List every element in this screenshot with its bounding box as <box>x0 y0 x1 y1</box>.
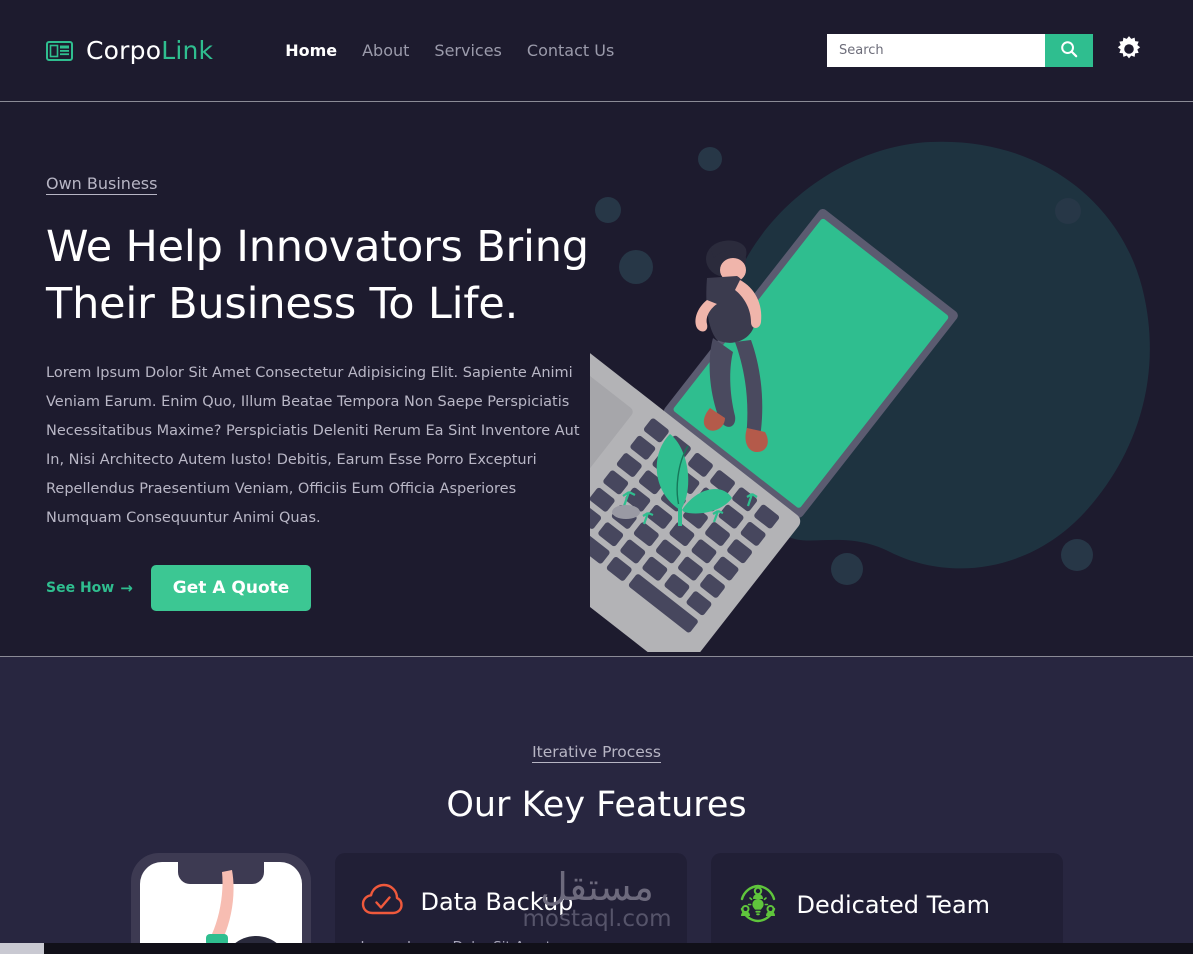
scrollbar-thumb[interactable] <box>0 943 44 954</box>
site-header: CorpoLink Home About Services Contact Us <box>0 0 1193 102</box>
hero-title-line-1: We Help Innovators Bring <box>46 222 589 273</box>
hero-illustration-area <box>423 102 1193 656</box>
see-how-link[interactable]: See How → <box>46 579 133 597</box>
features-cards: Data Backup Lorem Ipsum Dolor Sit Amet <box>0 853 1193 953</box>
gear-icon <box>1114 34 1144 67</box>
person-walking-beside-laptop-illustration <box>423 112 1170 656</box>
features-title: Our Key Features <box>446 785 747 825</box>
main-navigation: Home About Services Contact Us <box>285 41 614 60</box>
features-header: Iterative Process Our Key Features <box>0 657 1193 825</box>
search-button[interactable] <box>1045 34 1093 67</box>
get-a-quote-button[interactable]: Get A Quote <box>150 564 312 611</box>
hero-cta-group: See How → Get A Quote <box>46 564 600 611</box>
newspaper-icon <box>46 39 74 63</box>
arrow-right-icon: → <box>120 578 133 597</box>
nav-item-home[interactable]: Home <box>285 41 337 60</box>
feature-card-dedicated-team[interactable]: Dedicated Team Lorem Ipsum Dolor Sit Ame… <box>710 853 1063 953</box>
phone-frame <box>130 853 311 953</box>
hero-title-line-2: Their Business To Life. <box>46 278 519 329</box>
feature-card-header: Data Backup <box>361 883 661 921</box>
hero-eyebrow: Own Business <box>46 174 158 196</box>
hero-paragraph: Lorem Ipsum Dolor Sit Amet Consectetur A… <box>46 364 580 526</box>
brand-name: CorpoLink <box>86 36 213 65</box>
feature-card-data-backup[interactable]: Data Backup Lorem Ipsum Dolor Sit Amet <box>334 853 687 953</box>
brand-name-accent: Link <box>161 36 214 65</box>
hero-title: We Help Innovators Bring Their Business … <box>46 219 600 333</box>
settings-button[interactable] <box>1109 31 1149 71</box>
header-actions <box>827 31 1149 71</box>
brand-name-primary: Corpo <box>86 36 162 65</box>
see-how-label: See How <box>46 579 115 596</box>
feature-card-title: Dedicated Team <box>796 891 991 919</box>
feature-card-title: Data Backup <box>420 888 574 916</box>
phone-mockup-illustration <box>130 853 311 953</box>
search-icon <box>1060 40 1078 61</box>
features-eyebrow: Iterative Process <box>532 743 661 763</box>
feature-card-header: Dedicated Team <box>737 883 1037 927</box>
hero-section: Own Business We Help Innovators Bring Th… <box>0 102 1193 657</box>
nav-item-about[interactable]: About <box>362 41 409 60</box>
cloud-check-icon <box>361 883 403 921</box>
nav-item-contact-us[interactable]: Contact Us <box>527 41 614 60</box>
nav-item-services[interactable]: Services <box>434 41 501 60</box>
hero-content: Own Business We Help Innovators Bring Th… <box>0 102 600 656</box>
features-section: Iterative Process Our Key Features Data … <box>0 657 1193 953</box>
search-input[interactable] <box>827 34 1045 67</box>
horizontal-scrollbar[interactable] <box>0 943 1193 954</box>
phone-screen <box>139 862 302 953</box>
team-lightbulb-icon <box>737 883 779 927</box>
brand-logo[interactable]: CorpoLink <box>46 36 213 65</box>
